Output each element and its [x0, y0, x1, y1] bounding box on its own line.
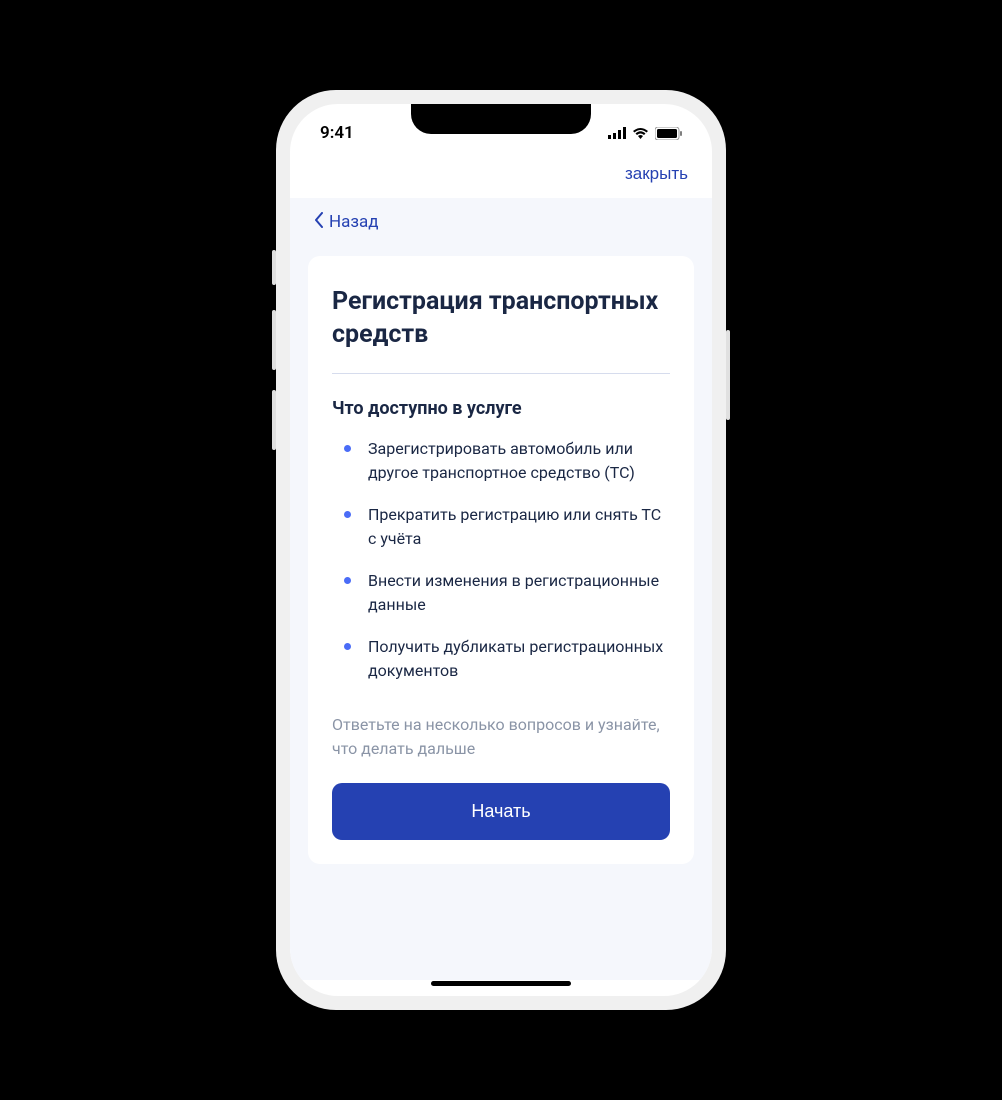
status-time: 9:41 — [320, 123, 354, 143]
status-icons — [608, 127, 682, 140]
content-area: Назад Регистрация транспортных средств Ч… — [290, 198, 712, 980]
bullet-list: Зарегистрировать автомобиль или другое т… — [332, 437, 670, 683]
back-label: Назад — [329, 212, 379, 232]
power-button — [726, 330, 730, 420]
list-item: Зарегистрировать автомобиль или другое т… — [350, 437, 670, 485]
volume-down-button — [272, 390, 276, 450]
close-button[interactable]: закрыть — [625, 164, 688, 184]
page-title: Регистрация транспортных средств — [332, 286, 670, 351]
list-item: Получить дубликаты регистрационных докум… — [350, 635, 670, 683]
phone-notch — [411, 104, 591, 134]
back-button[interactable]: Назад — [290, 198, 712, 246]
battery-icon — [655, 127, 682, 140]
close-bar: закрыть — [290, 154, 712, 198]
hint-text: Ответьте на несколько вопросов и узнайте… — [332, 713, 670, 761]
home-indicator[interactable] — [431, 981, 571, 986]
list-item: Прекратить регистрацию или снять ТС с уч… — [350, 503, 670, 551]
chevron-left-icon — [314, 212, 323, 232]
cellular-icon — [608, 127, 626, 139]
volume-button — [272, 250, 276, 285]
phone-frame: 9:41 — [276, 90, 726, 1010]
volume-up-button — [272, 310, 276, 370]
divider — [332, 373, 670, 374]
wifi-icon — [632, 127, 649, 139]
list-item: Внести изменения в регистрационные данны… — [350, 569, 670, 617]
service-card: Регистрация транспортных средств Что дос… — [308, 256, 694, 864]
section-title: Что доступно в услуге — [332, 398, 670, 419]
phone-screen: 9:41 — [290, 104, 712, 996]
start-button[interactable]: Начать — [332, 783, 670, 840]
